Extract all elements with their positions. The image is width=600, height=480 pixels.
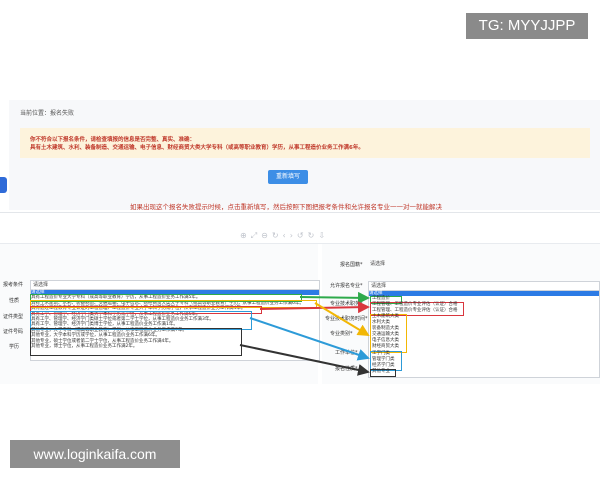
arrow-black xyxy=(239,344,370,376)
site-watermark: www.loginkaifa.com xyxy=(10,440,180,468)
arrow-green xyxy=(299,291,370,304)
arrow-red xyxy=(259,301,370,314)
mapping-arrows xyxy=(239,291,370,376)
